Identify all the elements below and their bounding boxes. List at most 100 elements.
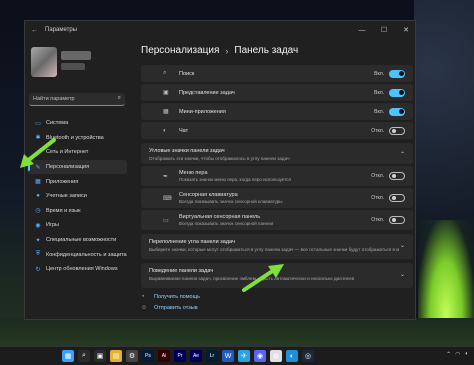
toggle-switch[interactable] bbox=[389, 216, 405, 224]
corner-items-group: ✒ Меню пера Показать значок меню пера, ког… bbox=[141, 166, 413, 230]
close-button[interactable]: ✕ bbox=[395, 21, 415, 39]
chrome-icon[interactable]: ◍ bbox=[270, 350, 282, 362]
section-title: Переполнение угла панели задач bbox=[149, 239, 235, 245]
annotation-arrow-left bbox=[20, 138, 56, 168]
maximize-button[interactable]: ☐ bbox=[373, 21, 395, 39]
toggle-switch[interactable] bbox=[389, 172, 405, 180]
link-item[interactable]: ☺ Отправить отзыв bbox=[141, 302, 200, 313]
search-placeholder: Найти параметр bbox=[33, 96, 75, 102]
toggle-switch[interactable] bbox=[389, 126, 405, 135]
touchpad-icon: ▭ bbox=[163, 217, 169, 224]
title-bar: ← Параметры — ☐ ✕ bbox=[25, 21, 415, 39]
telegram-icon[interactable]: ✈ bbox=[238, 350, 250, 362]
breadcrumb: Персонализация › Панель задач bbox=[141, 45, 298, 56]
section-title: Угловые значки панели задач bbox=[149, 148, 225, 154]
wifi-icon[interactable]: ◠ bbox=[455, 351, 460, 358]
setting-description: Показать значок меню пера, когда перо ис… bbox=[179, 177, 291, 182]
setting-label: Представление задач bbox=[179, 89, 235, 96]
apps-icon: ▦ bbox=[35, 179, 41, 186]
setting-row: ▣ Представление задач Вкл. bbox=[141, 84, 413, 101]
task-view-icon[interactable]: ▣ bbox=[94, 350, 106, 362]
toggle-switch[interactable] bbox=[389, 107, 405, 116]
accounts-icon: ● bbox=[36, 193, 40, 200]
setting-label: Чат bbox=[179, 127, 189, 134]
taskbar-icons: ▦ ⌕ ▣ ▤ ⚙ Ps Ai Pr Ae Lr W ✈ ◉ ◍ ◐ ◎ bbox=[62, 350, 314, 362]
widgets-icon: ▦ bbox=[163, 109, 169, 115]
setting-label: Сенсорная клавиатура bbox=[179, 192, 238, 198]
sidebar-item[interactable]: ◷ Время и язык bbox=[27, 204, 127, 219]
toggle-group: Вкл. bbox=[374, 69, 405, 78]
setting-row: ▭ Виртуальная сенсорная панель Всегда пока… bbox=[141, 210, 413, 230]
search-icon: ⌕ bbox=[163, 70, 167, 76]
back-arrow-icon[interactable]: ← bbox=[31, 27, 41, 34]
user-profile[interactable] bbox=[31, 47, 121, 81]
system-tray: ⌃ ◠ ◖ bbox=[446, 351, 468, 358]
system-icon: ▭ bbox=[35, 120, 41, 127]
setting-row: ✒ Меню пера Показать значок меню пера, ког… bbox=[141, 166, 413, 186]
sidebar-item[interactable]: ✦ Специальные возможности bbox=[27, 233, 127, 248]
setting-description: Всегда показывать значок сенсорной панел… bbox=[179, 221, 273, 226]
chevron-down-icon: ⌄ bbox=[399, 272, 405, 278]
sidebar-item[interactable]: ● Учетные записи bbox=[27, 189, 127, 204]
lightroom-icon[interactable]: Lr bbox=[206, 350, 218, 362]
toggle-state: Откл. bbox=[371, 217, 384, 223]
sidebar-item-label: Приложения bbox=[46, 178, 79, 185]
after-effects-icon[interactable]: Ae bbox=[190, 350, 202, 362]
setting-row: ◐ Чат Откл. bbox=[141, 122, 413, 139]
setting-text: Мини-приложения bbox=[179, 109, 226, 115]
sidebar-item[interactable]: ▦ Приложения bbox=[27, 174, 127, 189]
user-name-blurred bbox=[61, 51, 91, 60]
setting-label: Мини-приложения bbox=[179, 108, 226, 115]
setting-text: Поиск bbox=[179, 71, 194, 77]
sidebar-item[interactable]: ↻ Центр обновления Windows bbox=[27, 262, 127, 277]
breadcrumb-parent[interactable]: Персонализация bbox=[141, 45, 219, 56]
discord-icon[interactable]: ◉ bbox=[254, 350, 266, 362]
volume-icon[interactable]: ◖ bbox=[464, 351, 468, 358]
sidebar-item-label: Система bbox=[46, 120, 69, 127]
chevron-up-icon[interactable]: ⌃ bbox=[446, 351, 451, 358]
windows-start-icon[interactable]: ▦ bbox=[62, 350, 74, 362]
settings-window: ← Параметры — ☐ ✕ Найти параметр ⌕ ▭ Сист… bbox=[24, 20, 416, 320]
photoshop-icon[interactable]: Ps bbox=[142, 350, 154, 362]
overflow-section[interactable]: Переполнение угла панели задач Выберите … bbox=[141, 234, 413, 259]
link-item[interactable]: ◔ Получить помощь bbox=[141, 291, 200, 302]
help-links: ◔ Получить помощь ☺ Отправить отзыв bbox=[141, 291, 200, 313]
sidebar-item[interactable]: ◉ Игры bbox=[27, 218, 127, 233]
setting-text: Чат bbox=[179, 128, 188, 134]
word-icon[interactable]: W bbox=[222, 350, 234, 362]
link-label: Отправить отзыв bbox=[154, 304, 198, 311]
setting-label: Поиск bbox=[179, 70, 195, 77]
steam-icon[interactable]: ◎ bbox=[302, 350, 314, 362]
toggle-group: Откл. bbox=[371, 126, 405, 135]
sidebar-item[interactable]: ▭ Система bbox=[27, 116, 127, 131]
setting-label: Виртуальная сенсорная панель bbox=[179, 214, 261, 220]
minimize-button[interactable]: — bbox=[351, 21, 373, 39]
premiere-icon[interactable]: Pr bbox=[174, 350, 186, 362]
window-title: Параметры bbox=[45, 27, 77, 33]
privacy-shield-icon: ⛨ bbox=[35, 251, 41, 258]
feedback-icon: ☺ bbox=[141, 304, 148, 311]
toggle-group: Откл. bbox=[371, 194, 405, 202]
setting-row: ⌕ Поиск Вкл. bbox=[141, 65, 413, 82]
settings-list: ⌕ Поиск Вкл. ▣ Представление задач Вкл. ▦ Мини-… bbox=[141, 65, 413, 290]
setting-text: Сенсорная клавиатура Всегда показывать зн… bbox=[179, 192, 283, 204]
search-input[interactable]: Найти параметр ⌕ bbox=[29, 93, 125, 106]
pen-icon: ✒ bbox=[163, 173, 169, 180]
chat-icon: ◐ bbox=[163, 127, 167, 134]
toggle-switch[interactable] bbox=[389, 194, 405, 202]
toggle-switch[interactable] bbox=[389, 88, 405, 97]
taskbar-items-group: ⌕ Поиск Вкл. ▣ Представление задач Вкл. ▦ Мини-… bbox=[141, 65, 413, 139]
section-description: Отображать эти значки, чтобы отображалос… bbox=[149, 156, 290, 161]
file-explorer-icon[interactable]: ▤ bbox=[110, 350, 122, 362]
user-email-blurred bbox=[61, 63, 85, 70]
search-icon: ⌕ bbox=[117, 95, 121, 101]
search-icon[interactable]: ⌕ bbox=[78, 350, 90, 362]
illustrator-icon[interactable]: Ai bbox=[158, 350, 170, 362]
corner-icons-section[interactable]: Угловые значки панели задач Отображать э… bbox=[141, 143, 413, 164]
edge-icon[interactable]: ◐ bbox=[286, 350, 298, 362]
sidebar-item[interactable]: ⛨ Конфиденциальность и защита bbox=[27, 247, 127, 262]
toggle-switch[interactable] bbox=[389, 69, 405, 78]
window-controls: — ☐ ✕ bbox=[351, 21, 415, 39]
page-title: Панель задач bbox=[234, 45, 299, 56]
settings-icon[interactable]: ⚙ bbox=[126, 350, 138, 362]
